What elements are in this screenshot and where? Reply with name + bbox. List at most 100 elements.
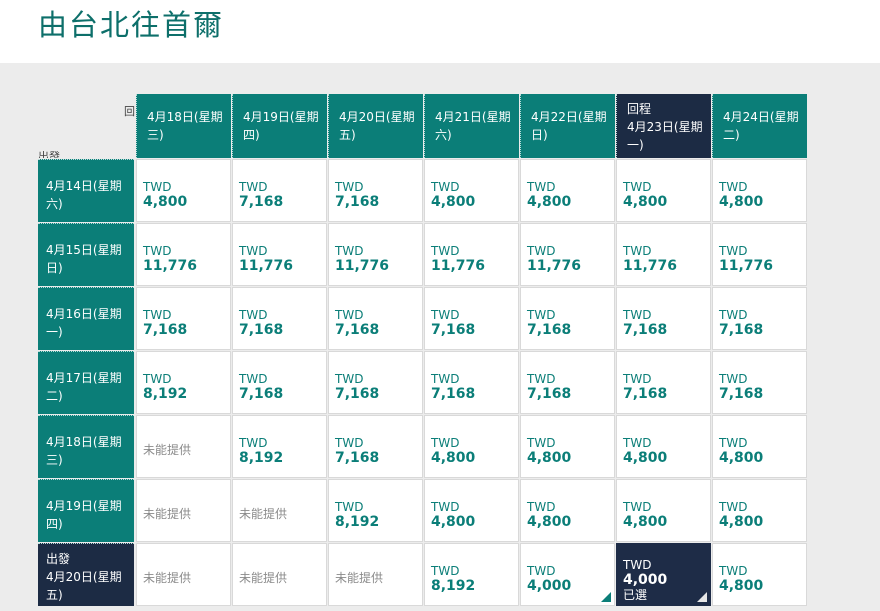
lowest-fare-marker-icon xyxy=(601,592,611,602)
fare-cell[interactable]: TWD 7,168 xyxy=(232,287,327,350)
fare-cell[interactable]: TWD 11,776 xyxy=(424,223,519,286)
depart-date-header[interactable]: 出發 4月20日(星期五) xyxy=(38,543,134,606)
fare-currency: TWD xyxy=(527,180,556,194)
return-date-header[interactable]: 4月19日(星期四) xyxy=(232,94,327,158)
depart-tag: 出發 xyxy=(46,552,71,566)
depart-date-header[interactable]: 4月14日(星期六) xyxy=(38,159,134,222)
fare-currency: TWD xyxy=(719,436,748,450)
fare-cell[interactable]: TWD 7,168 xyxy=(712,351,807,414)
fare-cell[interactable]: TWD 7,168 xyxy=(328,287,423,350)
fare-amount: 4,800 xyxy=(719,578,764,594)
fare-cell[interactable]: TWD 11,776 xyxy=(232,223,327,286)
fare-cell[interactable]: TWD 4,000 xyxy=(520,543,615,606)
fare-cell[interactable]: TWD 4,800 xyxy=(424,415,519,478)
fare-cell[interactable]: TWD 4,800 xyxy=(616,479,711,542)
fare-currency: TWD xyxy=(623,244,652,258)
fare-amount: 4,800 xyxy=(719,514,764,530)
fare-amount: 7,168 xyxy=(527,322,572,338)
fare-cell[interactable]: TWD 11,776 xyxy=(712,223,807,286)
fare-cell[interactable]: TWD 7,168 xyxy=(328,159,423,222)
fare-currency: TWD xyxy=(527,308,556,322)
return-date-label: 4月22日(星期日) xyxy=(531,110,607,142)
fare-cell[interactable]: TWD 4,800 xyxy=(424,479,519,542)
fare-cell[interactable]: TWD 4,800 xyxy=(616,159,711,222)
fare-cell[interactable]: TWD 4,800 xyxy=(712,159,807,222)
fare-cell[interactable]: TWD 4,800 xyxy=(136,159,231,222)
return-date-header[interactable]: 4月18日(星期三) xyxy=(136,94,231,158)
fare-cell[interactable]: TWD 7,168 xyxy=(616,351,711,414)
fare-cell[interactable]: TWD 7,168 xyxy=(616,287,711,350)
return-date-label: 4月24日(星期二) xyxy=(723,110,799,142)
fare-cell[interactable]: TWD 7,168 xyxy=(424,351,519,414)
fare-currency: TWD xyxy=(623,308,652,322)
return-date-header[interactable]: 4月24日(星期二) xyxy=(712,94,807,158)
fare-cell[interactable]: TWD 11,776 xyxy=(520,223,615,286)
fare-cell[interactable]: TWD 7,168 xyxy=(520,287,615,350)
fare-currency: TWD xyxy=(239,308,268,322)
return-tag: 回程 xyxy=(627,102,652,116)
fare-cell[interactable]: TWD 4,800 xyxy=(424,159,519,222)
fare-cell[interactable]: TWD 8,192 xyxy=(232,415,327,478)
fare-cell[interactable]: TWD 8,192 xyxy=(136,351,231,414)
fare-amount: 4,000 xyxy=(623,572,668,588)
corner-return-label: 回 xyxy=(124,105,135,118)
fare-amount: 7,168 xyxy=(335,450,380,466)
fare-cell[interactable]: TWD 11,776 xyxy=(328,223,423,286)
fare-amount: 4,800 xyxy=(623,450,668,466)
corner-depart-label: 出發 xyxy=(38,151,60,158)
fare-cell[interactable]: TWD 8,192 xyxy=(424,543,519,606)
depart-date-header[interactable]: 4月17日(星期二) xyxy=(38,351,134,414)
fare-cell[interactable]: TWD 7,168 xyxy=(712,287,807,350)
fare-cell[interactable]: TWD 4,800 xyxy=(712,543,807,606)
fare-currency: TWD xyxy=(527,436,556,450)
fare-amount: 4,800 xyxy=(719,450,764,466)
fare-currency: TWD xyxy=(623,180,652,194)
fare-amount: 11,776 xyxy=(143,258,198,274)
fare-cell[interactable]: TWD 7,168 xyxy=(232,351,327,414)
return-date-header[interactable]: 4月21日(星期六) xyxy=(424,94,519,158)
depart-date-label: 4月19日(星期四) xyxy=(46,499,122,531)
fare-currency: TWD xyxy=(239,244,268,258)
fare-cell: 未能提供 xyxy=(232,479,327,542)
fare-cell[interactable]: TWD 4,800 xyxy=(616,415,711,478)
depart-date-label: 4月18日(星期三) xyxy=(46,435,122,467)
depart-date-header[interactable]: 4月18日(星期三) xyxy=(38,415,134,478)
depart-date-header[interactable]: 4月16日(星期一) xyxy=(38,287,134,350)
fare-currency: TWD xyxy=(335,372,364,386)
fare-currency: TWD xyxy=(239,180,268,194)
fare-cell[interactable]: TWD 7,168 xyxy=(136,287,231,350)
depart-date-header[interactable]: 4月15日(星期日) xyxy=(38,223,134,286)
fare-currency: TWD xyxy=(239,436,268,450)
fare-cell[interactable]: TWD 7,168 xyxy=(328,415,423,478)
fare-cell[interactable]: TWD 7,168 xyxy=(328,351,423,414)
fare-cell[interactable]: TWD 11,776 xyxy=(136,223,231,286)
fare-amount: 8,192 xyxy=(143,386,188,402)
return-date-header[interactable]: 4月20日(星期五) xyxy=(328,94,423,158)
fare-cell[interactable]: TWD 4,800 xyxy=(520,159,615,222)
fare-cell[interactable]: TWD 11,776 xyxy=(616,223,711,286)
fare-cell[interactable]: TWD 4,000 已選 xyxy=(616,543,711,606)
fare-currency: TWD xyxy=(431,564,460,578)
fare-cell[interactable]: TWD 4,800 xyxy=(520,479,615,542)
depart-date-label: 4月16日(星期一) xyxy=(46,307,122,339)
depart-date-header[interactable]: 4月19日(星期四) xyxy=(38,479,134,542)
fare-cell[interactable]: TWD 7,168 xyxy=(424,287,519,350)
fare-currency: TWD xyxy=(431,436,460,450)
fare-currency: TWD xyxy=(335,500,364,514)
fare-cell[interactable]: TWD 4,800 xyxy=(712,479,807,542)
fare-cell[interactable]: TWD 4,800 xyxy=(712,415,807,478)
fare-cell[interactable]: TWD 4,800 xyxy=(520,415,615,478)
return-date-header[interactable]: 回程 4月23日(星期一) xyxy=(616,94,711,158)
fare-amount: 4,800 xyxy=(527,194,572,210)
return-date-header[interactable]: 4月22日(星期日) xyxy=(520,94,615,158)
fare-currency: TWD xyxy=(143,244,172,258)
fare-cell[interactable]: TWD 7,168 xyxy=(232,159,327,222)
fare-currency: TWD xyxy=(719,372,748,386)
fare-amount: 7,168 xyxy=(431,322,476,338)
fare-cell[interactable]: TWD 8,192 xyxy=(328,479,423,542)
page-title: 由台北往首爾 xyxy=(38,8,225,42)
fare-cell[interactable]: TWD 7,168 xyxy=(520,351,615,414)
fare-currency: TWD xyxy=(239,372,268,386)
fare-cell: 未能提供 xyxy=(328,543,423,606)
fare-amount: 8,192 xyxy=(239,450,284,466)
